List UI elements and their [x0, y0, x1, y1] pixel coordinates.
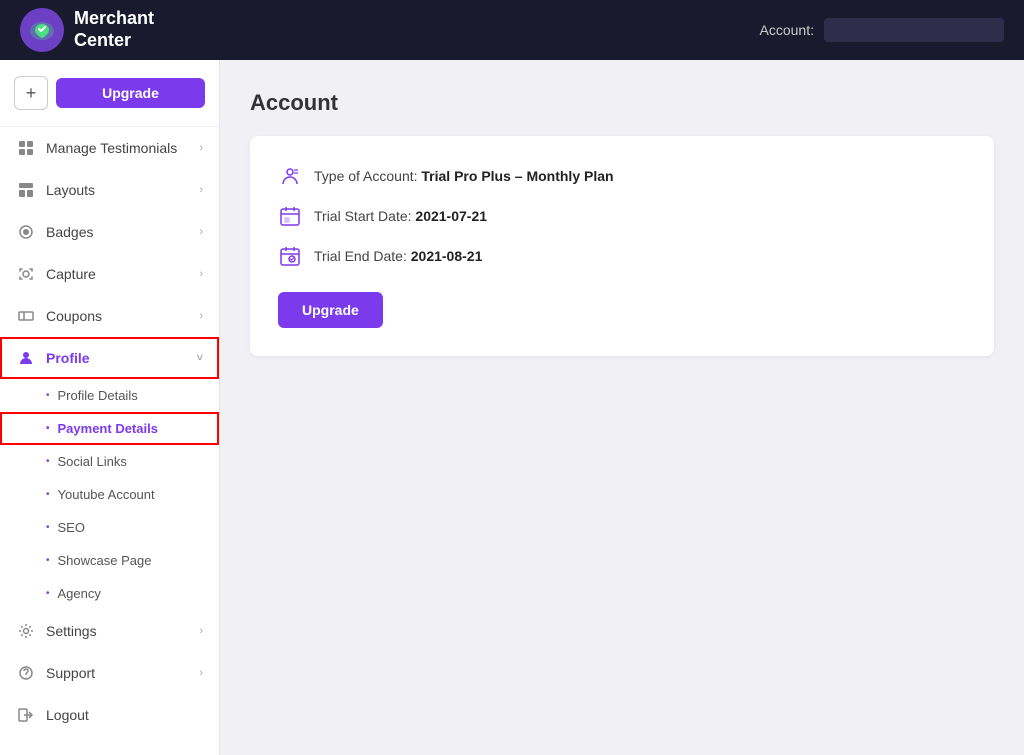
sidebar-subitem-social-links[interactable]: Social Links — [0, 445, 219, 478]
sidebar-label-settings: Settings — [46, 623, 97, 639]
logout-icon — [16, 705, 36, 725]
logo-text: Merchant Center — [74, 8, 154, 51]
sidebar-subitem-payment-details[interactable]: Payment Details — [0, 412, 219, 445]
trial-end-row: Trial End Date: 2021-08-21 — [278, 244, 966, 268]
sidebar-subitem-seo[interactable]: SEO — [0, 511, 219, 544]
sidebar-subitem-showcase-page[interactable]: Showcase Page — [0, 544, 219, 577]
chevron-icon: › — [199, 310, 203, 322]
sidebar-item-settings[interactable]: Settings › — [0, 610, 219, 652]
sidebar-label-logout: Logout — [46, 707, 89, 723]
account-value-bar — [824, 18, 1004, 42]
capture-icon — [16, 264, 36, 284]
sidebar-sublabel-payment-details: Payment Details — [58, 421, 158, 436]
chevron-down-icon: ˅ — [197, 352, 203, 364]
sidebar-item-logout[interactable]: Logout — [0, 694, 219, 736]
sidebar-sublabel-agency: Agency — [58, 586, 101, 601]
sidebar-subitem-agency[interactable]: Agency — [0, 577, 219, 610]
sidebar-label-badges: Badges — [46, 224, 93, 240]
chevron-icon: › — [199, 667, 203, 679]
account-card: Type of Account: Trial Pro Plus – Monthl… — [250, 136, 994, 356]
sidebar-label-profile: Profile — [46, 350, 90, 366]
support-icon — [16, 663, 36, 683]
add-button[interactable]: + — [14, 76, 48, 110]
upgrade-button-card[interactable]: Upgrade — [278, 292, 383, 328]
sidebar-label-support: Support — [46, 665, 95, 681]
account-type-row: Type of Account: Trial Pro Plus – Monthl… — [278, 164, 966, 188]
calendar-end-icon — [278, 244, 302, 268]
coupon-icon — [16, 306, 36, 326]
main-layout: + Upgrade Manage Testimonials › Layouts … — [0, 60, 1024, 755]
sidebar-item-support[interactable]: Support › — [0, 652, 219, 694]
sidebar-label-manage-testimonials: Manage Testimonials — [46, 140, 177, 156]
sidebar-subitem-youtube-account[interactable]: Youtube Account — [0, 478, 219, 511]
user-icon — [16, 348, 36, 368]
calendar-start-icon — [278, 204, 302, 228]
sidebar-label-layouts: Layouts — [46, 182, 95, 198]
chevron-icon: › — [199, 184, 203, 196]
sidebar-item-profile[interactable]: Profile ˅ — [0, 337, 219, 379]
chevron-icon: › — [199, 142, 203, 154]
trial-start-label: Trial Start Date: 2021-07-21 — [314, 208, 487, 224]
page-title: Account — [250, 90, 994, 116]
sidebar-top: + Upgrade — [0, 60, 219, 127]
sidebar-item-manage-testimonials[interactable]: Manage Testimonials › — [0, 127, 219, 169]
upgrade-button-sidebar[interactable]: Upgrade — [56, 78, 205, 108]
sidebar-label-capture: Capture — [46, 266, 96, 282]
sidebar-item-layouts[interactable]: Layouts › — [0, 169, 219, 211]
logo: Merchant Center — [20, 8, 154, 52]
sidebar-item-badges[interactable]: Badges › — [0, 211, 219, 253]
gear-icon — [16, 621, 36, 641]
account-type-label: Type of Account: Trial Pro Plus – Monthl… — [314, 168, 614, 184]
sidebar-sublabel-youtube-account: Youtube Account — [58, 487, 155, 502]
chevron-icon: › — [199, 226, 203, 238]
sidebar-subitem-profile-details[interactable]: Profile Details — [0, 379, 219, 412]
logo-icon — [20, 8, 64, 52]
account-type-icon — [278, 164, 302, 188]
chevron-icon: › — [199, 625, 203, 637]
sidebar-item-capture[interactable]: Capture › — [0, 253, 219, 295]
sidebar-sublabel-showcase-page: Showcase Page — [58, 553, 152, 568]
main-content: Account Type of Account: Trial Pro Plus … — [220, 60, 1024, 755]
sidebar-sublabel-social-links: Social Links — [58, 454, 127, 469]
chevron-icon: › — [199, 268, 203, 280]
sidebar-sublabel-profile-details: Profile Details — [58, 388, 138, 403]
layout-icon — [16, 180, 36, 200]
trial-start-row: Trial Start Date: 2021-07-21 — [278, 204, 966, 228]
sidebar-sublabel-seo: SEO — [58, 520, 85, 535]
trial-end-label: Trial End Date: 2021-08-21 — [314, 248, 482, 264]
sidebar: + Upgrade Manage Testimonials › Layouts … — [0, 60, 220, 755]
grid-icon — [16, 138, 36, 158]
header-account: Account: — [760, 18, 1004, 42]
header: Merchant Center Account: — [0, 0, 1024, 60]
sidebar-label-coupons: Coupons — [46, 308, 102, 324]
account-label: Account: — [760, 22, 814, 38]
sidebar-item-coupons[interactable]: Coupons › — [0, 295, 219, 337]
badge-icon — [16, 222, 36, 242]
